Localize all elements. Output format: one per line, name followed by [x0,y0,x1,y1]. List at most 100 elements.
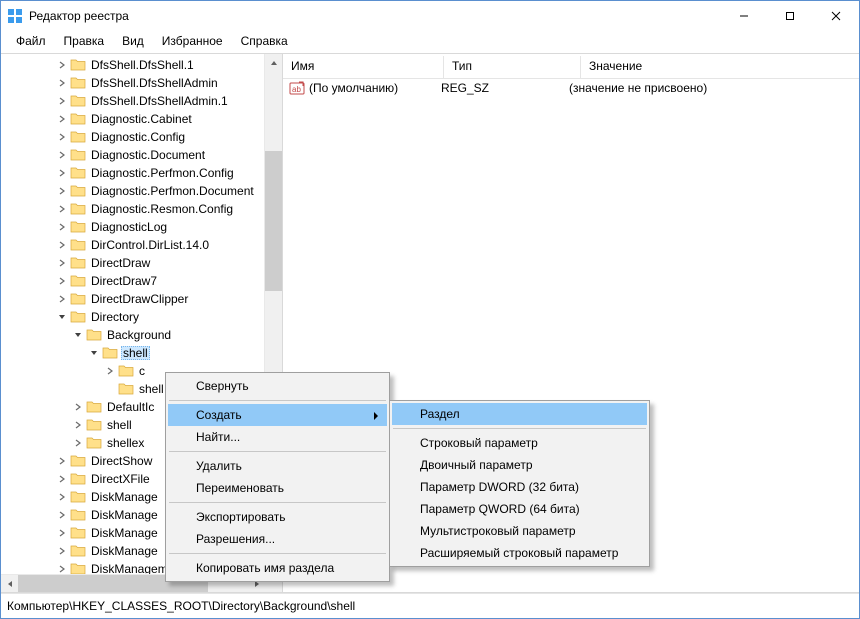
ctx-new-key[interactable]: Раздел [392,403,647,425]
minimize-button[interactable] [721,1,767,31]
tree-item-label: DiskManage [89,490,160,504]
folder-icon [86,399,102,415]
scroll-thumb[interactable] [265,151,282,291]
tree-twister-icon[interactable] [55,274,69,288]
ctx-new[interactable]: Создать [168,404,387,426]
tree-twister-icon[interactable] [55,256,69,270]
ctx-export[interactable]: Экспортировать [168,506,387,528]
tree-twister-icon[interactable] [71,400,85,414]
menu-file[interactable]: Файл [7,32,55,50]
tree-twister-icon[interactable] [55,238,69,252]
ctx-new-string[interactable]: Строковый параметр [392,432,647,454]
tree-twister-icon[interactable] [55,310,69,324]
menu-view[interactable]: Вид [113,32,153,50]
tree-twister-icon[interactable] [71,328,85,342]
folder-icon [70,489,86,505]
folder-icon [70,183,86,199]
folder-icon [70,453,86,469]
column-headers: Имя Тип Значение [283,54,859,79]
tree-twister-icon[interactable] [87,346,101,360]
status-path: Компьютер\HKEY_CLASSES_ROOT\Directory\Ba… [7,599,355,613]
col-name[interactable]: Имя [283,56,444,78]
folder-icon [70,201,86,217]
value-name: (По умолчанию) [309,81,441,95]
tree-twister-icon[interactable] [55,166,69,180]
ctx-rename[interactable]: Переименовать [168,477,387,499]
tree-twister-icon[interactable] [55,454,69,468]
tree-item-label: DirectDraw [89,256,152,270]
tree-item[interactable]: DirectDraw [1,254,282,272]
tree-twister-icon[interactable] [71,418,85,432]
col-type[interactable]: Тип [444,56,581,78]
tree-item[interactable]: DirControl.DirList.14.0 [1,236,282,254]
tree-twister-icon[interactable] [55,94,69,108]
folder-icon [70,93,86,109]
tree-item[interactable]: Diagnostic.Config [1,128,282,146]
folder-icon [70,237,86,253]
tree-twister-icon[interactable] [55,526,69,540]
ctx-permissions[interactable]: Разрешения... [168,528,387,550]
list-item[interactable]: ab (По умолчанию) REG_SZ (значение не пр… [283,79,859,97]
tree-twister-icon[interactable] [55,490,69,504]
ctx-new-binary[interactable]: Двоичный параметр [392,454,647,476]
tree-item-label: shellex [105,436,146,450]
tree-item[interactable]: DfsShell.DfsShell.1 [1,56,282,74]
ctx-new-dword[interactable]: Параметр DWORD (32 бита) [392,476,647,498]
tree-item[interactable]: DiagnosticLog [1,218,282,236]
menu-edit[interactable]: Правка [55,32,114,50]
ctx-find[interactable]: Найти... [168,426,387,448]
tree-twister-icon[interactable] [55,220,69,234]
tree-twister-icon[interactable] [55,58,69,72]
col-value[interactable]: Значение [581,56,859,78]
tree-item[interactable]: DfsShell.DfsShellAdmin.1 [1,92,282,110]
close-button[interactable] [813,1,859,31]
tree-item[interactable]: Diagnostic.Document [1,146,282,164]
tree-item-label: Directory [89,310,141,324]
menu-help[interactable]: Справка [232,32,297,50]
tree-item[interactable]: Diagnostic.Perfmon.Config [1,164,282,182]
folder-icon [86,417,102,433]
tree-item[interactable]: Diagnostic.Resmon.Config [1,200,282,218]
ctx-new-expandstring[interactable]: Расширяемый строковый параметр [392,542,647,564]
ctx-copykeyname[interactable]: Копировать имя раздела [168,557,387,579]
folder-icon [118,363,134,379]
ctx-new-multistring[interactable]: Мультистроковый параметр [392,520,647,542]
window-buttons [721,1,859,31]
tree-item[interactable]: DirectDrawClipper [1,290,282,308]
tree-twister-icon[interactable] [55,544,69,558]
tree-twister-icon[interactable] [55,148,69,162]
tree-item[interactable]: shell [1,344,282,362]
ctx-delete[interactable]: Удалить [168,455,387,477]
tree-item-label: DfsShell.DfsShell.1 [89,58,196,72]
ctx-new-qword[interactable]: Параметр QWORD (64 бита) [392,498,647,520]
tree-twister-icon[interactable] [71,436,85,450]
folder-icon [70,309,86,325]
scroll-up-icon[interactable] [265,54,282,71]
tree-item-label: DirControl.DirList.14.0 [89,238,211,252]
tree-item-label: DiskManage [89,508,160,522]
tree-item-label: shell [105,418,134,432]
tree-twister-icon[interactable] [55,76,69,90]
maximize-button[interactable] [767,1,813,31]
folder-icon [70,291,86,307]
tree-item[interactable]: Diagnostic.Cabinet [1,110,282,128]
tree-twister-icon[interactable] [55,202,69,216]
ctx-collapse[interactable]: Свернуть [168,375,387,397]
tree-twister-icon[interactable] [55,472,69,486]
scroll-left-icon[interactable] [1,575,18,592]
tree-item[interactable]: Directory [1,308,282,326]
tree-item-label: Diagnostic.Document [89,148,207,162]
tree-item[interactable]: DfsShell.DfsShellAdmin [1,74,282,92]
tree-item[interactable]: Background [1,326,282,344]
tree-twister-icon[interactable] [55,112,69,126]
tree-item[interactable]: DirectDraw7 [1,272,282,290]
tree-twister-icon[interactable] [55,130,69,144]
menu-favorites[interactable]: Избранное [153,32,232,50]
tree-twister-icon[interactable] [55,508,69,522]
tree-twister-icon[interactable] [55,184,69,198]
tree-item[interactable]: Diagnostic.Perfmon.Document [1,182,282,200]
tree-item-label: Diagnostic.Perfmon.Document [89,184,256,198]
tree-twister-icon[interactable] [103,364,117,378]
svg-text:ab: ab [292,85,301,94]
tree-twister-icon[interactable] [55,292,69,306]
